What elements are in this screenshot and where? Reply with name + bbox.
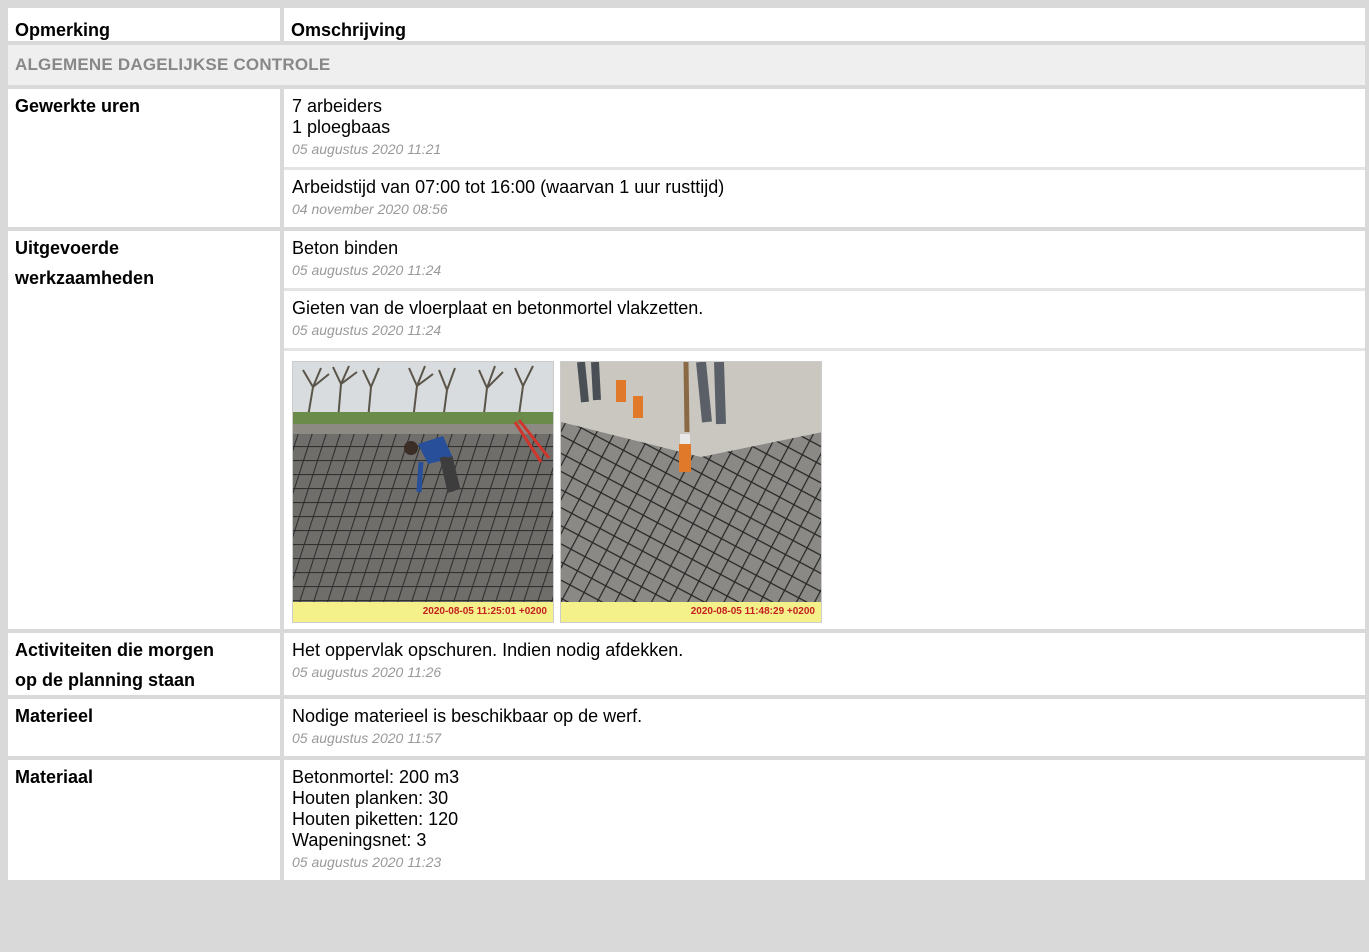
row-content: Betonmortel: 200 m3 Houten planken: 30 H… <box>284 760 1365 880</box>
table-row: Uitgevoerde werkzaamheden Beton binden 0… <box>8 231 1365 629</box>
row-label: Materieel <box>8 699 280 756</box>
entry: Het oppervlak opschuren. Indien nodig af… <box>284 633 1365 690</box>
section-title: ALGEMENE DAGELIJKSE CONTROLE <box>8 45 1365 85</box>
row-label-line: werkzaamheden <box>15 268 155 288</box>
entry: 7 arbeiders 1 ploegbaas 05 augustus 2020… <box>284 89 1365 167</box>
row-label-line: Activiteiten die morgen <box>15 640 215 660</box>
entry-timestamp: 05 augustus 2020 11:21 <box>292 141 442 157</box>
column-header-description: Omschrijving <box>284 8 1365 41</box>
table-row: Materiaal Betonmortel: 200 m3 Houten pla… <box>8 760 1365 880</box>
section-row: ALGEMENE DAGELIJKSE CONTROLE <box>8 45 1365 85</box>
column-header-remark: Opmerking <box>8 8 280 41</box>
entry: Arbeidstijd van 07:00 tot 16:00 (waarvan… <box>284 167 1365 227</box>
photo-timestamp: 2020-08-05 11:25:01 +0200 <box>293 602 553 622</box>
row-content: Beton binden 05 augustus 2020 11:24 Giet… <box>284 231 1365 629</box>
entry: Gieten van de vloerplaat en betonmortel … <box>284 288 1365 348</box>
entry-text: 7 arbeiders <box>292 96 383 116</box>
entry-timestamp: 05 augustus 2020 11:23 <box>292 854 442 870</box>
row-content: Nodige materieel is beschikbaar op de we… <box>284 699 1365 756</box>
entry-text: Gieten van de vloerplaat en betonmortel … <box>292 298 704 318</box>
entry-text: 1 ploegbaas <box>292 117 391 137</box>
entry-timestamp: 05 augustus 2020 11:26 <box>292 664 442 680</box>
daily-log-table: Opmerking Omschrijving ALGEMENE DAGELIJK… <box>4 4 1369 884</box>
entry-text: Het oppervlak opschuren. Indien nodig af… <box>292 640 684 660</box>
row-label: Materiaal <box>8 760 280 880</box>
entry-text: Houten piketten: 120 <box>292 809 459 829</box>
table-row: Materieel Nodige materieel is beschikbaa… <box>8 699 1365 756</box>
header-row: Opmerking Omschrijving <box>8 8 1365 41</box>
row-content: 7 arbeiders 1 ploegbaas 05 augustus 2020… <box>284 89 1365 227</box>
entry-text: Wapeningsnet: 3 <box>292 830 427 850</box>
entry-timestamp: 04 november 2020 08:56 <box>292 201 448 217</box>
entry-timestamp: 05 augustus 2020 11:24 <box>292 322 442 338</box>
entry-text: Arbeidstijd van 07:00 tot 16:00 (waarvan… <box>292 177 725 197</box>
photo-timestamp: 2020-08-05 11:48:29 +0200 <box>561 602 821 622</box>
entry-text: Beton binden <box>292 238 399 258</box>
row-label-line: Uitgevoerde <box>15 238 120 258</box>
entry: Nodige materieel is beschikbaar op de we… <box>284 699 1365 756</box>
row-label: Gewerkte uren <box>8 89 280 227</box>
photo-gallery: 2020-08-05 11:25:01 +0200 2020-08-05 11:… <box>284 348 1365 629</box>
entry-text: Betonmortel: 200 m3 <box>292 767 460 787</box>
row-label-line: op de planning staan <box>15 670 196 690</box>
table-row: Activiteiten die morgen op de planning s… <box>8 633 1365 695</box>
row-label: Uitgevoerde werkzaamheden <box>8 231 280 629</box>
entry: Betonmortel: 200 m3 Houten planken: 30 H… <box>284 760 1365 880</box>
site-photo[interactable]: 2020-08-05 11:25:01 +0200 <box>292 361 554 623</box>
entry-text: Nodige materieel is beschikbaar op de we… <box>292 706 643 726</box>
entry: Beton binden 05 augustus 2020 11:24 <box>284 231 1365 288</box>
table-row: Gewerkte uren 7 arbeiders 1 ploegbaas 05… <box>8 89 1365 227</box>
report-frame: Opmerking Omschrijving ALGEMENE DAGELIJK… <box>0 0 1369 952</box>
row-content: Het oppervlak opschuren. Indien nodig af… <box>284 633 1365 695</box>
entry-text: Houten planken: 30 <box>292 788 449 808</box>
site-photo[interactable]: 2020-08-05 11:48:29 +0200 <box>560 361 822 623</box>
entry-timestamp: 05 augustus 2020 11:24 <box>292 262 442 278</box>
row-label: Activiteiten die morgen op de planning s… <box>8 633 280 695</box>
entry-timestamp: 05 augustus 2020 11:57 <box>292 730 442 746</box>
